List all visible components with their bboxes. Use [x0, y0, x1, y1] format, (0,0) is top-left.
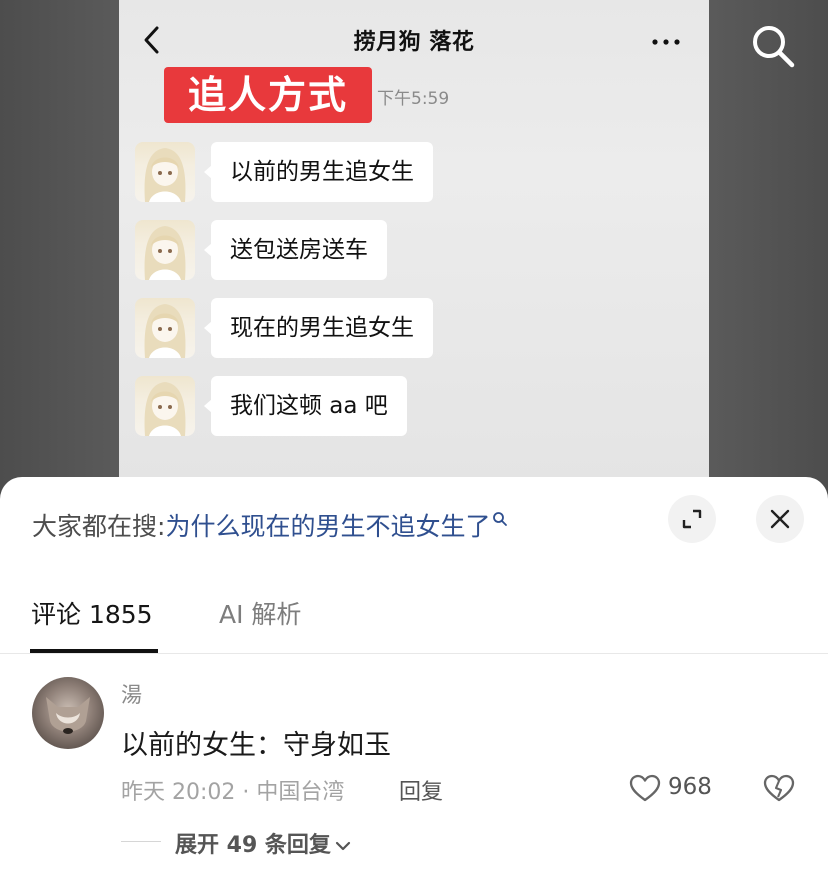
message-bubble: 送包送房送车	[204, 220, 387, 280]
chevron-down-icon	[335, 841, 351, 851]
message-bubble: 以前的男生追女生	[204, 142, 433, 202]
reply-button[interactable]: 回复	[399, 774, 443, 806]
hot-search-query[interactable]: 为什么现在的男生不追女生了	[165, 512, 490, 541]
search-icon[interactable]	[749, 22, 797, 70]
broken-heart-icon[interactable]	[762, 773, 796, 803]
avatar[interactable]	[32, 677, 104, 749]
sender-avatar	[135, 142, 195, 202]
active-tab-indicator	[30, 649, 158, 653]
hot-search[interactable]: 大家都在搜:为什么现在的男生不追女生了	[32, 507, 508, 543]
video-frame[interactable]: 捞月狗 落花 追人方式 下午5:59 以前的男生追女生 送包送房送车 现在的男生…	[119, 0, 709, 490]
comment-sheet: 大家都在搜:为什么现在的男生不追女生了 评论 1855 AI 解析 湯 以前的女…	[0, 477, 828, 874]
message-bubble: 我们这顿 aa 吧	[204, 376, 407, 436]
close-icon	[770, 509, 790, 529]
tab-bar: 评论 1855 AI 解析	[0, 577, 828, 654]
tab-comments[interactable]: 评论 1855	[31, 595, 153, 631]
hot-search-prefix: 大家都在搜:	[32, 512, 166, 541]
comment-meta: 昨天 20:02 · 中国台湾	[121, 780, 345, 805]
expand-button[interactable]	[668, 495, 716, 543]
heart-icon[interactable]	[628, 773, 662, 803]
divider	[121, 841, 161, 842]
sender-avatar	[135, 376, 195, 436]
message-timestamp: 下午5:59	[377, 89, 450, 109]
expand-replies-label: 展开 49 条回复	[175, 833, 331, 858]
expand-icon	[682, 509, 702, 529]
more-dots-icon	[652, 39, 680, 45]
chat-title: 捞月狗 落花	[353, 30, 475, 55]
message-bubble: 现在的男生追女生	[204, 298, 433, 358]
expand-replies-button[interactable]: 展开 49 条回复	[175, 827, 351, 859]
close-button[interactable]	[756, 495, 804, 543]
like-count: 968	[668, 774, 712, 800]
comment-text: 以前的女生：守身如玉	[121, 730, 391, 761]
title-banner: 追人方式	[164, 67, 372, 123]
search-icon	[493, 512, 508, 526]
sender-avatar	[135, 220, 195, 280]
sender-avatar	[135, 298, 195, 358]
comment-username[interactable]: 湯	[121, 679, 142, 709]
tab-ai-analysis[interactable]: AI 解析	[219, 595, 301, 631]
